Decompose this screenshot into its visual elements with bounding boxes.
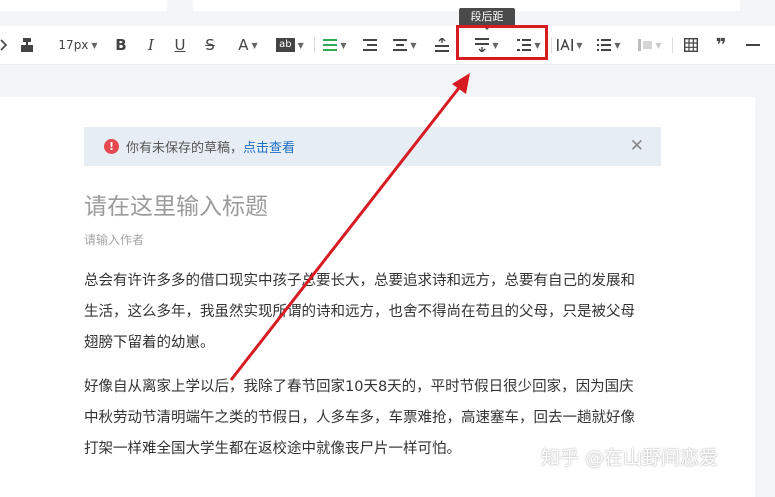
caret-down-icon: ▼ — [576, 40, 583, 50]
font-size-select[interactable]: 17px ▼ — [54, 26, 102, 64]
close-icon[interactable]: ✕ — [630, 136, 644, 156]
toolbar-divider — [314, 37, 315, 53]
view-draft-link[interactable]: 点击查看 — [243, 141, 295, 156]
format-painter-icon[interactable] — [16, 26, 38, 64]
caret-down-icon: ▼ — [410, 40, 417, 50]
notice-message: 你有未保存的草稿，点击查看 — [126, 137, 295, 156]
author-input[interactable]: 请输入作者 — [84, 231, 144, 248]
paragraph[interactable]: 总会有许许多多的借口现实中孩子总要长大，总要追求诗和远方，总要有自己的发展和 生… — [84, 266, 674, 359]
block-style-button[interactable]: ▼ — [636, 26, 664, 64]
align-center-icon — [393, 39, 408, 51]
paragraph-line: 生活，这么多年，我虽然实现所谓的诗和远方，也舍不得尚在苟且的父母，只是被父母 — [84, 304, 635, 320]
toolbar-divider — [672, 37, 673, 53]
italic-button[interactable]: I — [142, 26, 160, 64]
highlight-box — [456, 25, 548, 60]
title-input[interactable]: 请在这里输入标题 — [84, 187, 268, 221]
top-strip — [0, 0, 775, 26]
font-color-label: A — [238, 36, 249, 54]
align-left-button[interactable]: ▼ — [320, 26, 350, 64]
table-icon — [684, 38, 698, 52]
paragraph-line: 翅膀下留着的幼崽。 — [84, 335, 215, 351]
underline-button[interactable]: U — [171, 26, 189, 64]
strikethrough-button[interactable]: S — [201, 26, 219, 64]
tooltip: 段后距 — [459, 8, 515, 30]
table-button[interactable] — [680, 26, 702, 64]
bold-button[interactable]: B — [112, 26, 130, 64]
font-color-button[interactable]: A ▼ — [232, 26, 264, 64]
arrow-head — [452, 73, 470, 94]
chevron-right-icon[interactable] — [0, 26, 10, 64]
background-color-button[interactable]: ab ▼ — [272, 26, 308, 64]
editor-toolbar: 17px ▼ B I U S A ▼ ab ▼ ▼ ▼ ▼ ▼ ▼ ▼ ▼ ❞ — [0, 26, 775, 65]
caret-down-icon: ▼ — [251, 40, 258, 50]
horizontal-rule-button[interactable] — [742, 26, 764, 64]
quote-button[interactable]: ❞ — [710, 26, 732, 64]
highlight-label: ab — [276, 38, 295, 52]
list-icon — [597, 39, 612, 51]
indent-icon — [363, 39, 377, 51]
horizontal-rule-icon — [746, 44, 760, 46]
indent-button[interactable] — [360, 26, 380, 64]
paragraph-line: 总会有许许多多的借口现实中孩子总要长大，总要追求诗和远方，总要有自己的发展和 — [84, 273, 635, 289]
caret-down-icon: ▼ — [91, 40, 98, 50]
caret-down-icon: ▼ — [655, 40, 662, 50]
block-style-icon — [638, 39, 653, 51]
caret-down-icon: ▼ — [297, 40, 304, 50]
letter-spacing-button[interactable]: ▼ — [556, 26, 584, 64]
letter-spacing-icon — [557, 39, 574, 51]
warning-icon: ! — [104, 139, 119, 154]
watermark: 知乎 @在山野间恋爱 — [541, 447, 719, 469]
top-card-left — [0, 0, 167, 11]
notice-text: 你有未保存的草稿， — [126, 141, 244, 156]
spacing-before-icon — [435, 38, 449, 52]
toolbar-divider — [551, 37, 552, 53]
align-left-icon — [323, 39, 338, 51]
paragraph-line: 好像自从离家上学以后，我除了春节回家10天8天的，平时节假日很少回家，因为国庆 — [84, 379, 634, 395]
caret-down-icon: ▼ — [614, 40, 621, 50]
paragraph-line: 中秋劳动节清明端午之类的节假日，人多车多，车票难抢，高速塞车，回去一趟就好像 — [84, 410, 635, 426]
align-center-button[interactable]: ▼ — [389, 26, 421, 64]
caret-down-icon: ▼ — [340, 40, 347, 50]
list-button[interactable]: ▼ — [594, 26, 624, 64]
font-size-value: 17px — [58, 38, 89, 52]
spacing-before-button[interactable] — [430, 26, 454, 64]
quote-icon: ❞ — [715, 34, 727, 56]
draft-notice: ! 你有未保存的草稿，点击查看 ✕ — [84, 127, 661, 166]
